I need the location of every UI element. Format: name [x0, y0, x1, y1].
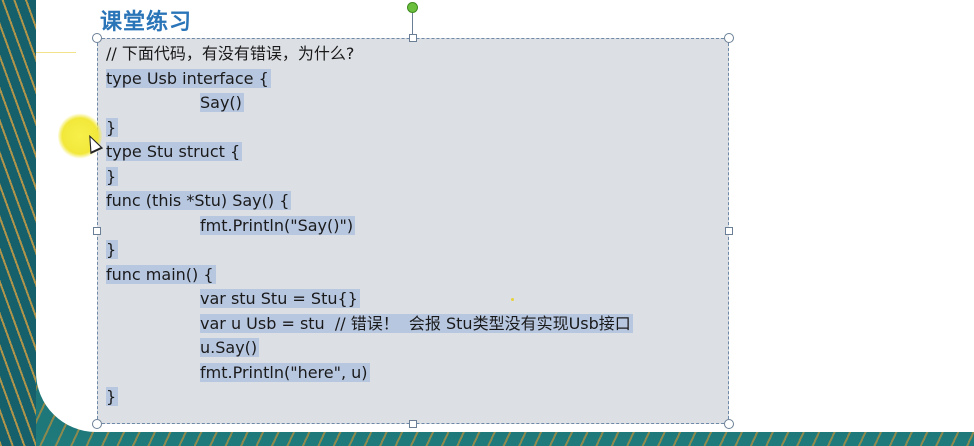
code-line-text: type Usb interface {	[106, 68, 271, 88]
code-line-text: type Stu struct {	[106, 142, 243, 161]
code-line[interactable]: fmt.Println("Say()")	[106, 214, 633, 239]
rotate-handle[interactable]	[407, 2, 418, 13]
code-line-text: // 下面代码，有没有错误，为什么?	[106, 44, 355, 63]
code-line[interactable]: var stu Stu = Stu{}	[106, 287, 633, 312]
laser-dot	[511, 298, 514, 301]
resize-handle-top[interactable]	[409, 34, 417, 42]
resize-handle-left[interactable]	[93, 227, 101, 235]
code-line-text: }	[106, 387, 119, 406]
resize-handle-top-right[interactable]	[724, 33, 734, 43]
code-block[interactable]: // 下面代码，有没有错误，为什么? type Usb interface { Sa…	[106, 42, 633, 410]
code-line[interactable]: // 下面代码，有没有错误，为什么?	[106, 42, 633, 67]
code-line-text: }	[106, 240, 119, 259]
code-line[interactable]: type Usb interface {	[106, 67, 633, 92]
code-line-text: func (this *Stu) Say() {	[106, 191, 292, 210]
slide-title[interactable]: 课堂练习	[100, 4, 192, 36]
code-line[interactable]: var u Usb = stu // 错误！ 会报 Stu类型没有实现Usb接口	[106, 312, 633, 337]
code-line[interactable]: u.Say()	[106, 336, 633, 361]
code-line[interactable]: }	[106, 385, 633, 410]
decorative-line	[36, 52, 76, 53]
code-line-text: Say()	[200, 93, 244, 112]
code-line[interactable]: fmt.Println("here", u)	[106, 361, 633, 386]
code-line-text: }	[106, 117, 119, 137]
code-line[interactable]: type Stu struct {	[106, 140, 633, 165]
code-line[interactable]: Say()	[106, 91, 633, 116]
resize-handle-right[interactable]	[725, 227, 733, 235]
code-line[interactable]: func main() {	[106, 263, 633, 288]
decorative-left-edge	[0, 0, 36, 446]
resize-handle-bottom-right[interactable]	[724, 419, 734, 429]
resize-handle-bottom-left[interactable]	[92, 419, 102, 429]
code-line-text: fmt.Println("Say()")	[200, 215, 356, 235]
code-line[interactable]: }	[106, 238, 633, 263]
code-line-text: var stu Stu = Stu{}	[200, 289, 360, 308]
resize-handle-bottom[interactable]	[409, 420, 417, 428]
code-line[interactable]: }	[106, 165, 633, 190]
code-line[interactable]: func (this *Stu) Say() {	[106, 189, 633, 214]
code-line[interactable]: }	[106, 116, 633, 141]
code-line-text: var u Usb = stu // 错误！ 会报 Stu类型没有实现Usb接口	[200, 313, 633, 333]
code-line-text: func main() {	[106, 264, 216, 284]
resize-handle-top-left[interactable]	[92, 33, 102, 43]
code-line-text: }	[106, 166, 119, 186]
code-line-text: fmt.Println("here", u)	[200, 362, 370, 382]
rotate-handle-stem	[412, 12, 413, 36]
code-line-text: u.Say()	[200, 338, 260, 357]
